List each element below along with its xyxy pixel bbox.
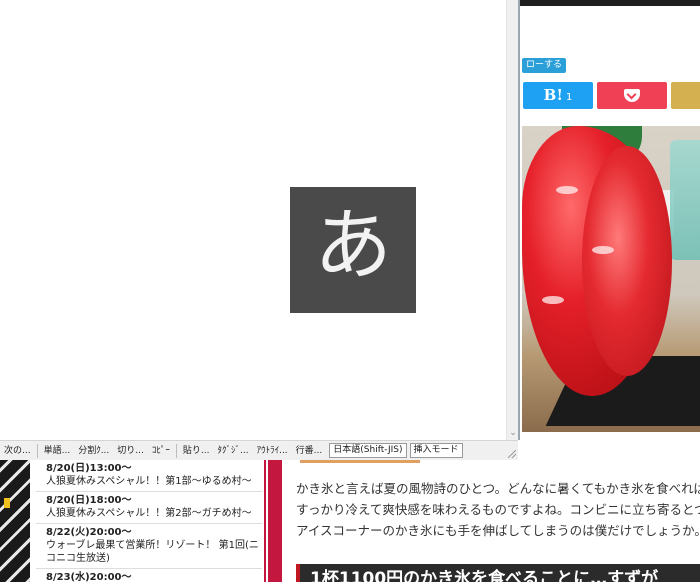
photo-cup [670,140,700,260]
editor-text-area[interactable]: あ ⌄ [0,0,518,440]
hatena-bookmark-icon: B! [543,86,563,104]
schedule-title[interactable]: ウォーブレ最果て営業所！リゾート！ 第1回(ニコニコ生放送) [46,539,262,565]
hatena-bookmark-button[interactable]: B! 1 [523,82,593,109]
feedly-share-button[interactable] [671,82,700,109]
cmd-copy-button[interactable]: ｺﾋﾟｰ [148,441,174,461]
cmd-tag-jump-button[interactable]: ﾀｸﾞｼﾞ... [213,441,252,461]
cmd-cut-button[interactable]: 切り... [113,441,148,461]
divider [300,460,420,463]
cmd-next-button[interactable]: 次の... [0,441,35,461]
cmd-paste-button[interactable]: 貼り... [179,441,214,461]
article-line: かき氷と言えば夏の風物詩のひとつ。どんなに暑くてもかき氷を食べれば [296,481,700,496]
article-section-heading: 1杯1100円のかき氷を食べることに…すずが [296,564,700,582]
pocket-share-button[interactable] [597,82,667,109]
article-body: かき氷と言えば夏の風物詩のひとつ。どんなに暑くてもかき氷を食べれば すっかり冷え… [284,460,700,582]
list-item[interactable]: 8/20(日)13:00～ 人狼夏休みスペシャル！！第1部～ゆるめ村～ [36,460,262,492]
encoding-indicator[interactable]: 日本語(Shift-JIS) [329,443,407,458]
list-item[interactable]: 8/20(日)18:00～ 人狼夏休みスペシャル！！第2部～ガチめ村～ [36,492,262,524]
schedule-time: 8/20(日)18:00～ [46,495,132,506]
schedule-panel: 8/20(日)13:00～ 人狼夏休みスペシャル！！第1部～ゆるめ村～ 8/20… [0,460,284,582]
photo-highlight [542,296,564,304]
decorative-mark [4,498,10,508]
photo-highlight [592,246,614,254]
decorative-stripe [264,460,282,582]
follow-button[interactable]: ローする [522,58,567,73]
schedule-title[interactable]: 人狼夏休みスペシャル！！第2部～ガチめ村～ [46,507,262,520]
schedule-list: 8/20(日)13:00～ 人狼夏休みスペシャル！！第1部～ゆるめ村～ 8/20… [36,460,262,582]
article-paragraph: かき氷と言えば夏の風物詩のひとつ。どんなに暑くてもかき氷を食べれば すっかり冷え… [296,478,700,541]
cmd-split-button[interactable]: 分割ｸ... [74,441,113,461]
photo-shaved-ice-top [582,146,672,376]
separator [36,443,38,458]
article-line: アイスコーナーのかき氷にも手を伸ばしてしまうのは僕だけでしょうか。 [296,523,700,538]
article-line: すっかり冷えて爽快感を味わえるものですよね。コンビニに立ち寄るとつ [296,502,700,517]
schedule-time: 8/20(日)13:00～ [46,463,132,474]
insert-mode-indicator[interactable]: 挿入モード [409,443,463,458]
list-item[interactable]: 8/22(火)20:00～ ウォーブレ最果て営業所！リゾート！ 第1回(ニコニコ… [36,524,262,569]
hatena-bookmark-count: 1 [565,92,573,103]
list-item[interactable]: 8/23(水)20:00～ [36,569,262,582]
cmd-word-button[interactable]: 単語... [40,441,75,461]
editor-function-key-bar: 次の... 単語... 分割ｸ... 切り... ｺﾋﾟｰ 貼り... ﾀｸﾞｼ… [0,440,518,460]
schedule-time: 8/22(火)20:00～ [46,527,132,538]
ime-mode-indicator: あ [290,187,416,313]
editor-vertical-scrollbar[interactable]: ⌄ [506,0,518,440]
schedule-time: 8/23(水)20:00～ [46,572,132,582]
photo-highlight [556,186,578,194]
resize-grip-icon[interactable] [506,442,518,460]
pocket-icon [624,89,640,102]
kakigori-photo [522,126,700,432]
separator [175,443,177,458]
decorative-stripe [0,460,30,582]
schedule-title[interactable]: 人狼夏休みスペシャル！！第1部～ゆるめ村～ [46,475,262,488]
site-header-bar [520,0,700,6]
browser-page: ローする B! 1 [518,0,700,440]
cmd-line-number-button[interactable]: 行番... [292,441,327,461]
cmd-outline-button[interactable]: ｱｳﾄﾗｲ... [253,441,292,461]
scroll-down-arrow-icon[interactable]: ⌄ [508,428,518,438]
